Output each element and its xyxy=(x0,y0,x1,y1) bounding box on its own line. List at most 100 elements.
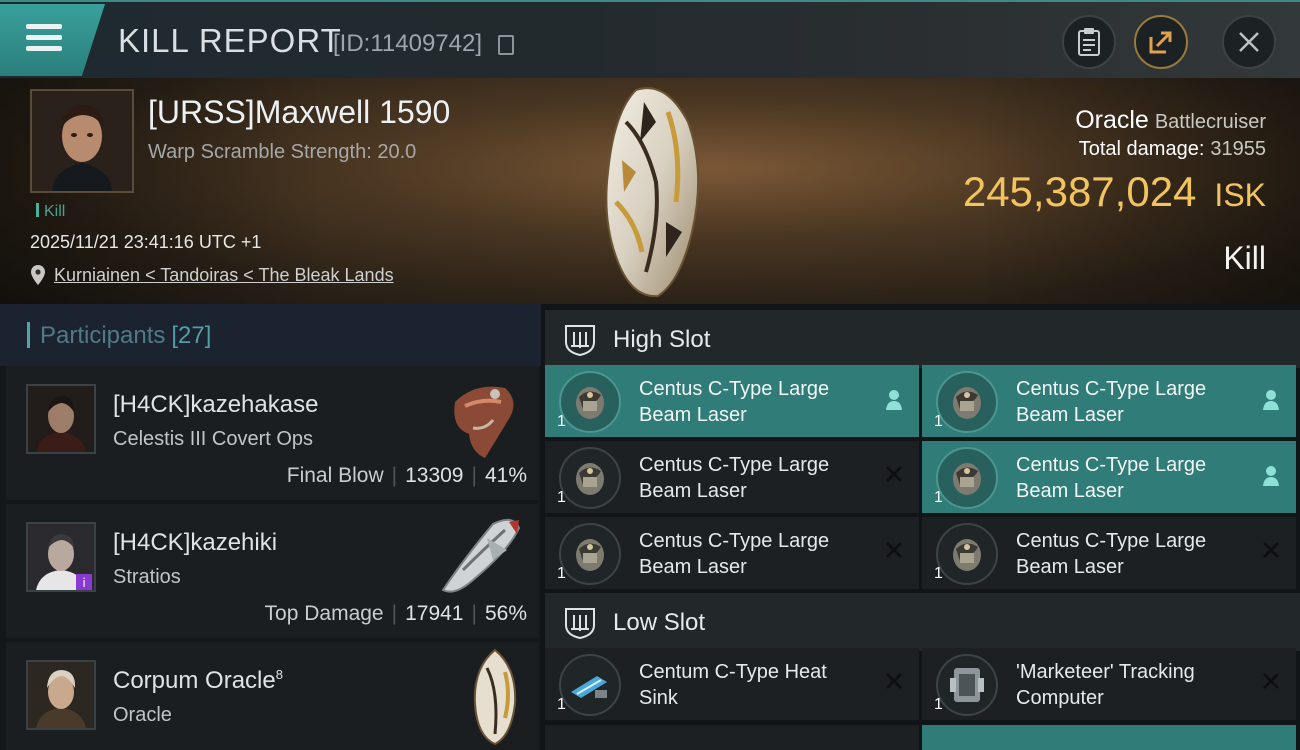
module-status xyxy=(1262,465,1280,491)
beam-laser-icon xyxy=(953,387,981,419)
module-icon xyxy=(559,654,621,716)
module-quantity: 1 xyxy=(557,489,566,506)
share-button[interactable] xyxy=(1134,15,1188,69)
kill-timestamp: 2025/11/21 23:41:16 UTC +1 xyxy=(30,232,262,252)
avatar: i xyxy=(26,522,96,592)
victim-warp-scramble: Warp Scramble Strength: 20.0 xyxy=(148,141,417,163)
participant-name-text: Corpum Oracle xyxy=(113,667,276,694)
heat-sink-icon xyxy=(571,676,607,698)
participant-percent: 56% xyxy=(484,602,527,625)
module-quantity: 1 xyxy=(934,565,943,582)
module-icon xyxy=(559,447,621,509)
participant-row[interactable]: Corpum Oracle8 Oracle xyxy=(6,642,539,750)
participant-ship-image xyxy=(473,648,517,746)
beam-laser-icon xyxy=(953,539,981,571)
participant-percent: 41% xyxy=(484,464,527,487)
module-name: Centum C-Type Heat Sink xyxy=(639,661,827,709)
module-tile[interactable]: 1 Centus C-Type Large Beam Laser xyxy=(922,517,1296,589)
module-peek xyxy=(922,725,1296,750)
participants-label: Participants xyxy=(40,322,166,349)
module-name: Centus C-Type Large Beam Laser xyxy=(639,454,830,502)
module-tile[interactable]: 1 Centus C-Type Large Beam Laser xyxy=(922,365,1296,437)
module-status xyxy=(885,672,903,694)
menu-icon-bar xyxy=(26,46,62,51)
pilot-icon xyxy=(886,390,902,410)
report-id: [ID:11409742] xyxy=(333,30,483,57)
high-slot-header: High Slot xyxy=(545,310,1300,368)
participant-portrait xyxy=(28,662,94,728)
menu-button[interactable] xyxy=(0,4,105,76)
avatar xyxy=(26,384,96,454)
module-quantity: 1 xyxy=(934,413,943,430)
participant-damage: 13309 xyxy=(405,464,464,487)
module-tile[interactable]: 1 Centus C-Type Large Beam Laser xyxy=(545,441,919,513)
low-slot-label: Low Slot xyxy=(613,609,706,636)
participant-name: [H4CK]kazehakase xyxy=(113,391,319,418)
module-status xyxy=(885,389,903,415)
beam-laser-icon xyxy=(576,463,604,495)
victim-portrait-image xyxy=(32,91,132,191)
participants-header[interactable]: Participants [27] xyxy=(0,304,541,366)
module-tile[interactable]: 1 Centus C-Type Large Beam Laser xyxy=(922,441,1296,513)
close-button[interactable] xyxy=(1222,15,1276,69)
ship-name: Oracle xyxy=(1075,106,1149,134)
destroyed-x-icon xyxy=(1263,673,1279,689)
divider: | xyxy=(391,602,398,625)
module-status xyxy=(1262,389,1280,415)
participant-name-sup: 8 xyxy=(275,667,283,682)
divider: | xyxy=(391,464,398,487)
total-damage-value: 31955 xyxy=(1210,138,1266,160)
participants-panel: Participants [27] [H4CK]kazehakase Celest… xyxy=(0,304,541,750)
pilot-icon xyxy=(1263,466,1279,486)
module-tile[interactable]: 1 Centus C-Type Large Beam Laser xyxy=(545,365,919,437)
module-name: Centus C-Type Large Beam Laser xyxy=(1016,530,1207,578)
participant-row[interactable]: [H4CK]kazehakase Celestis III Covert Ops… xyxy=(6,366,539,500)
kill-tag: Kill xyxy=(36,203,65,221)
module-quantity: 1 xyxy=(934,489,943,506)
header-bar: KILL REPORT [ID:11409742] xyxy=(0,0,1300,78)
module-status xyxy=(1262,672,1280,694)
module-icon xyxy=(936,447,998,509)
participants-count: [27] xyxy=(171,322,212,349)
participant-portrait: i xyxy=(28,524,94,590)
participant-stats: Top Damage | 17941 | 56% xyxy=(265,602,527,626)
top-damage-label: Top Damage xyxy=(264,602,384,625)
fitting-panel: High Slot 1 Centus C-Type Large Beam Lase… xyxy=(541,304,1300,750)
tracking-computer-icon xyxy=(950,668,984,702)
clipboard-button[interactable] xyxy=(1062,15,1116,69)
beam-laser-icon xyxy=(576,387,604,419)
module-tile[interactable]: 1 'Marketeer' Tracking Computer xyxy=(922,648,1296,720)
participant-stats: Final Blow | 13309 | 41% xyxy=(287,464,527,488)
destroyed-x-icon xyxy=(886,466,902,482)
divider: | xyxy=(471,464,477,487)
total-damage-label: Total damage: xyxy=(1078,138,1205,160)
participant-row[interactable]: i [H4CK]kazehiki Stratios Top Damage | 179… xyxy=(6,504,539,638)
victim-avatar[interactable] xyxy=(30,89,134,193)
beam-laser-icon xyxy=(576,539,604,571)
module-name: Centus C-Type Large Beam Laser xyxy=(639,378,830,426)
participant-ship-image xyxy=(454,386,514,458)
participants-accent xyxy=(27,322,30,348)
victim-ship-image[interactable] xyxy=(596,82,706,300)
victim-ship-type[interactable]: Oracle Battlecruiser xyxy=(1075,106,1266,135)
high-slot-label: High Slot xyxy=(613,326,711,353)
participant-damage: 17941 xyxy=(405,602,464,625)
participant-ship: Celestis III Covert Ops xyxy=(113,428,314,450)
pilot-icon xyxy=(1263,390,1279,410)
module-name: Centus C-Type Large Beam Laser xyxy=(1016,454,1207,502)
location-pin-icon xyxy=(31,265,45,285)
participant-ship: Stratios xyxy=(113,566,181,588)
destroyed-x-icon xyxy=(886,542,902,558)
total-damage: Total damage: 31955 xyxy=(1079,138,1266,161)
isk-unit: ISK xyxy=(1214,177,1266,213)
clipboard-icon xyxy=(1078,28,1100,56)
module-tile[interactable]: 1 Centum C-Type Heat Sink xyxy=(545,648,919,720)
module-tile[interactable]: 1 Centus C-Type Large Beam Laser xyxy=(545,517,919,589)
final-blow-label: Final Blow xyxy=(286,464,384,487)
copy-icon[interactable] xyxy=(498,35,514,55)
participant-name: Corpum Oracle8 xyxy=(113,667,283,695)
module-peek xyxy=(545,725,919,750)
victim-name[interactable]: [URSS]Maxwell 1590 xyxy=(148,94,450,131)
module-icon xyxy=(559,523,621,585)
kill-location-link[interactable]: Kurniainen < Tandoiras < The Bleak Lands xyxy=(54,265,394,286)
